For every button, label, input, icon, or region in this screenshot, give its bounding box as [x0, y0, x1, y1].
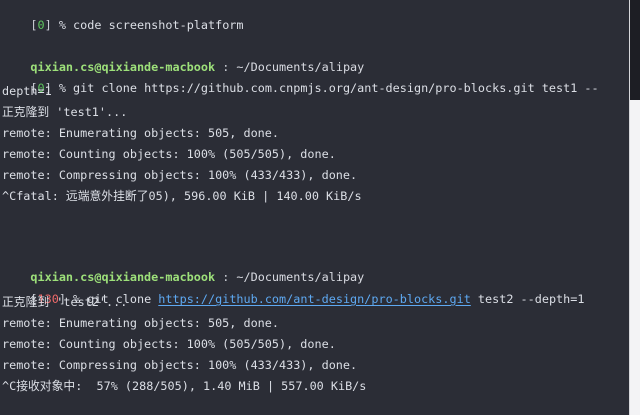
- output-line: 正克隆到 'test2'...: [2, 295, 128, 309]
- prompt-line: qixian.cs@qixiande-macbook : ~/Documents…: [2, 40, 364, 74]
- window-edge: [629, 0, 640, 415]
- prompt-line: qixian.cs@qixiande-macbook : ~/Documents…: [2, 250, 364, 284]
- exit-code-close-bracket: ]: [44, 18, 52, 32]
- command-text: % code screenshot-platform: [51, 18, 244, 32]
- command-text: % git clone https://github.com.cnpmjs.or…: [51, 81, 599, 95]
- repo-url-link[interactable]: https://github.com/ant-design/pro-blocks…: [158, 292, 471, 306]
- exit-code: 0: [37, 18, 45, 32]
- output-line: 正克隆到 'test1'...: [2, 105, 128, 119]
- window-edge-shadow: [630, 0, 640, 100]
- command-continuation: depth=1: [2, 84, 52, 98]
- output-line: remote: Compressing objects: 100% (433/4…: [2, 358, 358, 372]
- output-line: ^Cfatal: 远端意外挂断了05), 596.00 KiB | 140.00…: [2, 189, 362, 203]
- terminal-window[interactable]: [0] % code screenshot-platform qixian.cs…: [0, 0, 630, 415]
- output-line: remote: Counting objects: 100% (505/505)…: [2, 147, 336, 161]
- output-line: ^C接收对象中: 57% (288/505), 1.40 MiB | 557.0…: [2, 379, 367, 393]
- command-line: [0] % git clone https://github.com.cnpmj…: [2, 61, 598, 95]
- command-line: [130] % git clone https://github.com/ant…: [2, 272, 584, 306]
- output-line: remote: Compressing objects: 100% (433/4…: [2, 168, 358, 182]
- exit-code-open-bracket: [: [30, 18, 38, 32]
- command-args: test2 --depth=1: [470, 292, 585, 306]
- command-line: [0] % code screenshot-platform: [2, 0, 243, 32]
- output-line: remote: Enumerating objects: 505, done.: [2, 126, 279, 140]
- output-line: remote: Enumerating objects: 505, done.: [2, 316, 279, 330]
- output-line: remote: Counting objects: 100% (505/505)…: [2, 337, 336, 351]
